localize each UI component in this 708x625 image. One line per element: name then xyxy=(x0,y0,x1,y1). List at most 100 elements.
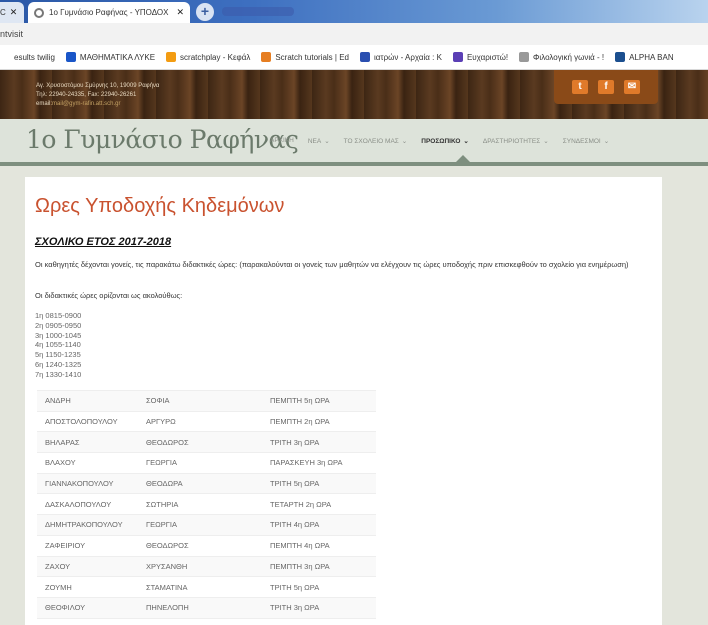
globe-icon xyxy=(34,7,44,18)
firstname-cell: ΣΤΑΜΑΤΙΝΑ xyxy=(138,576,262,598)
menu-item[interactable]: ΝΕΑ ⌄ xyxy=(308,137,330,145)
address-bar[interactable]: ntvisit xyxy=(0,23,708,45)
tab-title: 1ο Γυμνάσιο Ραφήνας - ΥΠΟΔΟΧ xyxy=(49,8,169,17)
bookmark-item[interactable]: ALPHA BAN xyxy=(615,52,674,62)
bookmark-label: Ευχαριστώ! xyxy=(466,52,509,62)
email-link[interactable]: mail@gym-rafin.att.sch.gr xyxy=(52,101,120,107)
bookmark-favicon-icon xyxy=(519,52,530,62)
firstname-cell: ΑΛΕΞΑΝΔΡΑ xyxy=(138,617,262,625)
firstname-cell: ΣΩΤΗΡΙΑ xyxy=(138,493,262,515)
surname-cell: ΖΑΦΕΙΡΙΟΥ xyxy=(37,534,138,556)
firstname-cell: ΓΕΩΡΓΙΑ xyxy=(138,452,262,474)
bookmark-favicon-icon xyxy=(360,52,370,62)
bookmark-label: Φιλολογική γωνιά - ! xyxy=(533,52,605,62)
browser-tab-active[interactable]: 1ο Γυμνάσιο Ραφήνας - ΥΠΟΔΟΧ ✕ xyxy=(28,2,190,23)
firstname-cell: ΧΡΥΣΑΝΘΗ xyxy=(138,555,262,577)
email-line: email:mail@gym-rafin.att.sch.gr xyxy=(36,100,159,109)
bookmarks-bar: esults twilig ΜΑΘΗΜΑΤΙΚΑ ΛΥΚΕ scratchplay … xyxy=(0,45,708,70)
teaching-hour: 6η 1240-1325 xyxy=(35,359,82,369)
twitter-icon[interactable]: t xyxy=(572,80,588,94)
social-links: t f ✉ xyxy=(554,70,658,104)
menu-item[interactable]: ΠΡΟΣΩΠΙΚΟ ⌄ xyxy=(421,137,469,145)
contact-info: Αγ. Χρυσοστόμου Σμύρνης 10, 19009 Ραφήνα… xyxy=(36,82,159,109)
bookmark-item[interactable]: ΜΑΘΗΜΑΤΙΚΑ ΛΥΚΕ xyxy=(65,52,156,62)
firstname-cell: ΘΕΟΔΩΡΑ xyxy=(138,472,262,494)
surname-cell: ΘΕΟΦΙΛΟΥ xyxy=(37,596,138,619)
bookmark-item[interactable]: scratchplay - Κεφάλ xyxy=(166,52,250,62)
bookmark-favicon-icon xyxy=(261,52,272,62)
menu-item-label: ΠΡΟΣΩΠΙΚΟ xyxy=(421,138,461,145)
teaching-hour: 5η 1150-1235 xyxy=(35,350,81,360)
bookmark-label: esults twilig xyxy=(14,52,55,62)
browser-tab-previous[interactable]: C ✕ xyxy=(0,2,24,23)
reception-time-cell: ΤΡΙΤΗ 4η ΩΡΑ xyxy=(262,514,376,536)
table-row: ΒΛΑΧΟΥ ΓΕΩΡΓΙΑ ΠΑΡΑΣΚΕΥΗ 3η ΩΡΑ xyxy=(37,452,376,474)
table-row: ΔΗΜΗΤΡΑΚΟΠΟΥΛΟΥ ΓΕΩΡΓΙΑ ΤΡΙΤΗ 4η ΩΡΑ xyxy=(37,514,376,536)
reception-time-cell: ΤΕΤΑΡΤΗ 2η ΩΡΑ xyxy=(262,493,376,515)
firstname-cell: ΓΕΩΡΓΙΑ xyxy=(138,514,262,536)
close-icon[interactable]: ✕ xyxy=(10,7,18,18)
firstname-cell: ΘΕΟΔΩΡΟΣ xyxy=(138,431,262,453)
school-year-heading: ΣΧΟΛΙΚΟ ΕΤΟΣ 2017-2018 xyxy=(35,236,172,248)
chevron-down-icon: ⌄ xyxy=(401,138,408,145)
table-row: ΖΟΥΜΗ ΣΤΑΜΑΤΙΝΑ ΤΡΙΤΗ 5η ΩΡΑ xyxy=(37,576,376,598)
chevron-down-icon: ⌄ xyxy=(463,138,469,145)
reception-time-cell: ΤΡΙΤΗ 3η ΩΡΑ xyxy=(262,596,376,619)
reception-hours-table: ΑΝΔΡΗ ΣΟΦΙΑ ΠΕΜΠΤΗ 5η ΩΡΑ ΑΠΟΣΤΟΛΟΠΟΥΛΟΥ ΑΡΓ… xyxy=(37,390,376,625)
surname-cell: ΒΗΛΑΡΑΣ xyxy=(37,431,138,453)
menu-item[interactable]: ΣΥΝΔΕΣΜΟΙ ⌄ xyxy=(563,137,609,145)
table-row: ΔΑΣΚΑΛΟΠΟΥΛΟΥ ΣΩΤΗΡΙΑ ΤΕΤΑΡΤΗ 2η ΩΡΑ xyxy=(37,493,376,515)
surname-cell: ΔΗΜΗΤΡΑΚΟΠΟΥΛΟΥ xyxy=(37,514,138,536)
menu-item-label: ΣΥΝΔΕΣΜΟΙ xyxy=(562,138,601,145)
teaching-hour: 3η 1000-1045 xyxy=(35,330,82,340)
page-title: Ωρες Υποδοχής Κηδεμόνων xyxy=(35,195,285,217)
surname-cell: ΔΑΣΚΑΛΟΠΟΥΛΟΥ xyxy=(37,493,138,515)
reception-time-cell: ΠΕΜΠΤΗ 5η ΩΡΑ xyxy=(262,390,376,412)
site-logo[interactable]: 1ο Γυμνάσιο Ραφήνας xyxy=(26,125,299,154)
tab-label: C xyxy=(0,8,6,17)
menu-item[interactable]: ΔΡΑΣΤΗΡΙΟΤΗΤΕΣ ⌄ xyxy=(483,137,549,145)
table-row: ΘΕΟΦΙΛΟΥ ΠΗΝΕΛΟΠΗ ΤΡΙΤΗ 3η ΩΡΑ xyxy=(37,596,376,619)
bookmark-item[interactable]: Ευχαριστώ! xyxy=(452,52,509,62)
reception-time-cell: ΤΡΙΤΗ 5η ΩΡΑ xyxy=(262,472,376,494)
nav-divider xyxy=(0,162,708,166)
reception-time-cell: ΠΕΜΠΤΗ 2η ΩΡΑ xyxy=(262,410,376,432)
menu-item[interactable]: ΤΟ ΣΧΟΛΕΙΟ ΜΑΣ ⌄ xyxy=(344,137,408,145)
active-menu-indicator xyxy=(455,155,471,163)
hours-intro-text: Οι διδακτικές ώρες ορίζονται ως ακολούθω… xyxy=(35,291,183,300)
new-tab-button[interactable]: + xyxy=(196,3,214,21)
mail-icon[interactable]: ✉ xyxy=(624,80,640,94)
bookmark-favicon-icon xyxy=(615,52,626,62)
chevron-down-icon: ⌄ xyxy=(324,138,330,145)
table-row: ΑΠΟΣΤΟΛΟΠΟΥΛΟΥ ΑΡΓΥΡΩ ΠΕΜΠΤΗ 2η ΩΡΑ xyxy=(37,410,376,432)
reception-time-cell: ΠΕΜΠΤΗ 4η ΩΡΑ xyxy=(262,617,376,625)
surname-cell: ΑΝΔΡΗ xyxy=(37,390,138,412)
teaching-hour: 7η 1330-1410 xyxy=(35,369,82,379)
intro-text: Οι καθηγητές δέχονται γονείς, τις παρακά… xyxy=(35,260,629,269)
email-label: email: xyxy=(36,101,53,107)
blurred-region xyxy=(222,7,294,16)
close-icon[interactable]: ✕ xyxy=(176,7,184,18)
surname-cell: ΑΠΟΣΤΟΛΟΠΟΥΛΟΥ xyxy=(37,410,138,432)
browser-tab-bar: C ✕ 1ο Γυμνάσιο Ραφήνας - ΥΠΟΔΟΧ ✕ + xyxy=(0,0,708,23)
firstname-cell: ΠΗΝΕΛΟΠΗ xyxy=(138,596,262,619)
menu-item[interactable]: ΑΡΧΙΚΗ xyxy=(270,137,294,145)
reception-time-cell: ΠΕΜΠΤΗ 3η ΩΡΑ xyxy=(262,555,376,577)
surname-cell: ΖΑΧΟΥ xyxy=(37,555,138,577)
bookmark-item[interactable]: Φιλολογική γωνιά - ! xyxy=(519,52,604,62)
url-text: ntvisit xyxy=(0,29,24,39)
chevron-down-icon: ⌄ xyxy=(543,138,549,145)
table-row: ΖΑΦΕΙΡΙΟΥ ΘΕΟΔΩΡΟΣ ΠΕΜΠΤΗ 4η ΩΡΑ xyxy=(37,534,376,556)
table-row: ΓΙΑΝΝΑΚΟΠΟΥΛΟΥ ΘΕΟΔΩΡΑ ΤΡΙΤΗ 5η ΩΡΑ xyxy=(37,472,376,494)
bookmark-label: ΜΑΘΗΜΑΤΙΚΑ ΛΥΚΕ xyxy=(79,52,156,62)
bookmark-item[interactable]: esults twilig xyxy=(0,52,55,62)
facebook-icon[interactable]: f xyxy=(598,80,614,94)
bookmark-item[interactable]: ιατρών - Αρχαία : Κ xyxy=(360,52,442,62)
teaching-hour: 4η 1055-1140 xyxy=(35,340,81,350)
menu-item-label: ΝΕΑ xyxy=(307,138,322,145)
reception-time-cell: ΤΡΙΤΗ 3η ΩΡΑ xyxy=(262,431,376,453)
reception-time-cell: ΠΑΡΑΣΚΕΥΗ 3η ΩΡΑ xyxy=(262,452,376,474)
surname-cell: ΓΙΑΝΝΑΚΟΠΟΥΛΟΥ xyxy=(37,472,138,494)
surname-cell: ΚΑΛΛΗ xyxy=(37,617,138,625)
bookmark-item[interactable]: Scratch tutorials | Ed xyxy=(261,52,349,62)
